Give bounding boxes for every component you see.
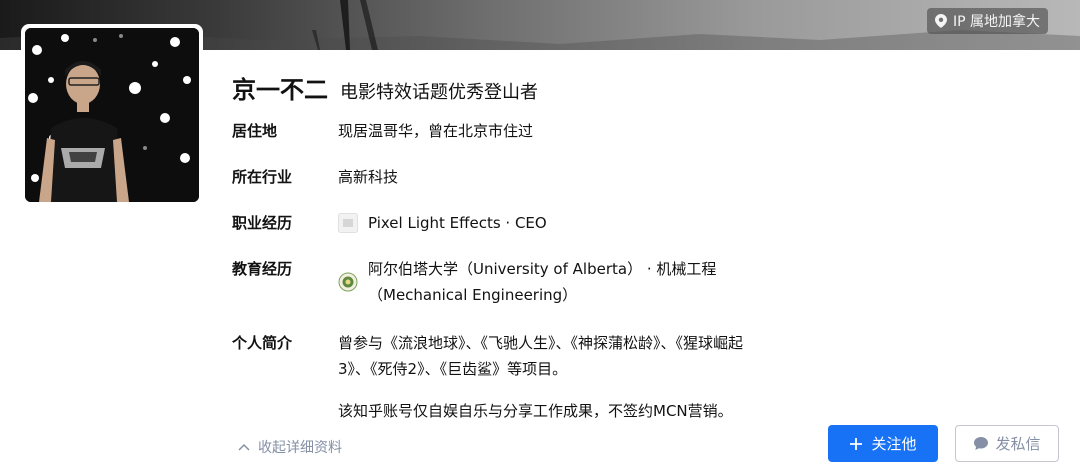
location-pin-icon — [934, 14, 947, 28]
avatar-photo — [25, 28, 199, 202]
collapse-details-link[interactable]: 收起详细资料 — [238, 437, 342, 457]
avatar[interactable] — [25, 28, 199, 202]
education-text[interactable]: 阿尔伯塔大学（University of Alberta） · 机械工程 （Me… — [368, 256, 716, 308]
collapse-details-label: 收起详细资料 — [258, 440, 342, 456]
bio-line-2: 3》、《死侍2》、《巨齿鲨》等项目。 — [338, 360, 568, 378]
bio-row: 个人简介 曾参与《流浪地球》、《飞驰人生》、《神探蒲松龄》、《猩球崛起 3》、《… — [232, 330, 798, 424]
ip-location-badge: IP 属地加拿大 — [926, 8, 1048, 34]
career-label: 职业经历 — [232, 214, 293, 232]
bio-line-1: 曾参与《流浪地球》、《飞驰人生》、《神探蒲松龄》、《猩球崛起 — [338, 334, 744, 352]
career-row: 职业经历 Pixel Light Effects · CEO — [232, 210, 547, 236]
plus-icon — [850, 437, 863, 450]
send-message-button[interactable]: 发私信 — [955, 425, 1059, 462]
residence-row: 居住地 现居温哥华，曾在北京市住过 — [232, 118, 533, 144]
name-row: 京一不二 电影特效话题优秀登山者 — [232, 70, 538, 105]
residence-value: 现居温哥华，曾在北京市住过 — [338, 122, 534, 140]
send-message-label: 发私信 — [995, 436, 1041, 453]
company-logo-icon[interactable] — [338, 213, 358, 233]
follow-button-label: 关注他 — [871, 436, 917, 453]
bio-spacer — [338, 382, 798, 398]
industry-label: 所在行业 — [232, 168, 293, 186]
university-logo-icon[interactable] — [338, 272, 358, 292]
industry-value: 高新科技 — [338, 168, 399, 186]
education-line-2: （Mechanical Engineering） — [368, 286, 578, 304]
chevron-up-icon — [238, 443, 250, 451]
education-value: 阿尔伯塔大学（University of Alberta） · 机械工程 （Me… — [338, 256, 716, 308]
ip-location-text: IP 属地加拿大 — [952, 14, 1040, 30]
chat-bubble-icon — [974, 437, 989, 450]
bio-line-3: 该知乎账号仅自娱自乐与分享工作成果，不签约MCN营销。 — [338, 402, 733, 420]
user-name: 京一不二 — [232, 76, 328, 104]
user-headline: 电影特效话题优秀登山者 — [340, 82, 538, 103]
follow-button[interactable]: 关注他 — [828, 425, 938, 462]
residence-label: 居住地 — [232, 122, 278, 140]
education-label: 教育经历 — [232, 260, 293, 278]
bio-value: 曾参与《流浪地球》、《飞驰人生》、《神探蒲松龄》、《猩球崛起 3》、《死侍2》、… — [338, 330, 798, 424]
industry-row: 所在行业 高新科技 — [232, 164, 398, 190]
career-value: Pixel Light Effects · CEO — [338, 210, 547, 236]
education-line-1: 阿尔伯塔大学（University of Alberta） · 机械工程 — [368, 260, 717, 278]
career-text[interactable]: Pixel Light Effects · CEO — [368, 210, 547, 236]
avatar-frame — [21, 24, 203, 206]
bio-label: 个人简介 — [232, 334, 293, 352]
education-row: 教育经历 阿尔伯塔大学（University of Alberta） · 机械工… — [232, 256, 716, 308]
